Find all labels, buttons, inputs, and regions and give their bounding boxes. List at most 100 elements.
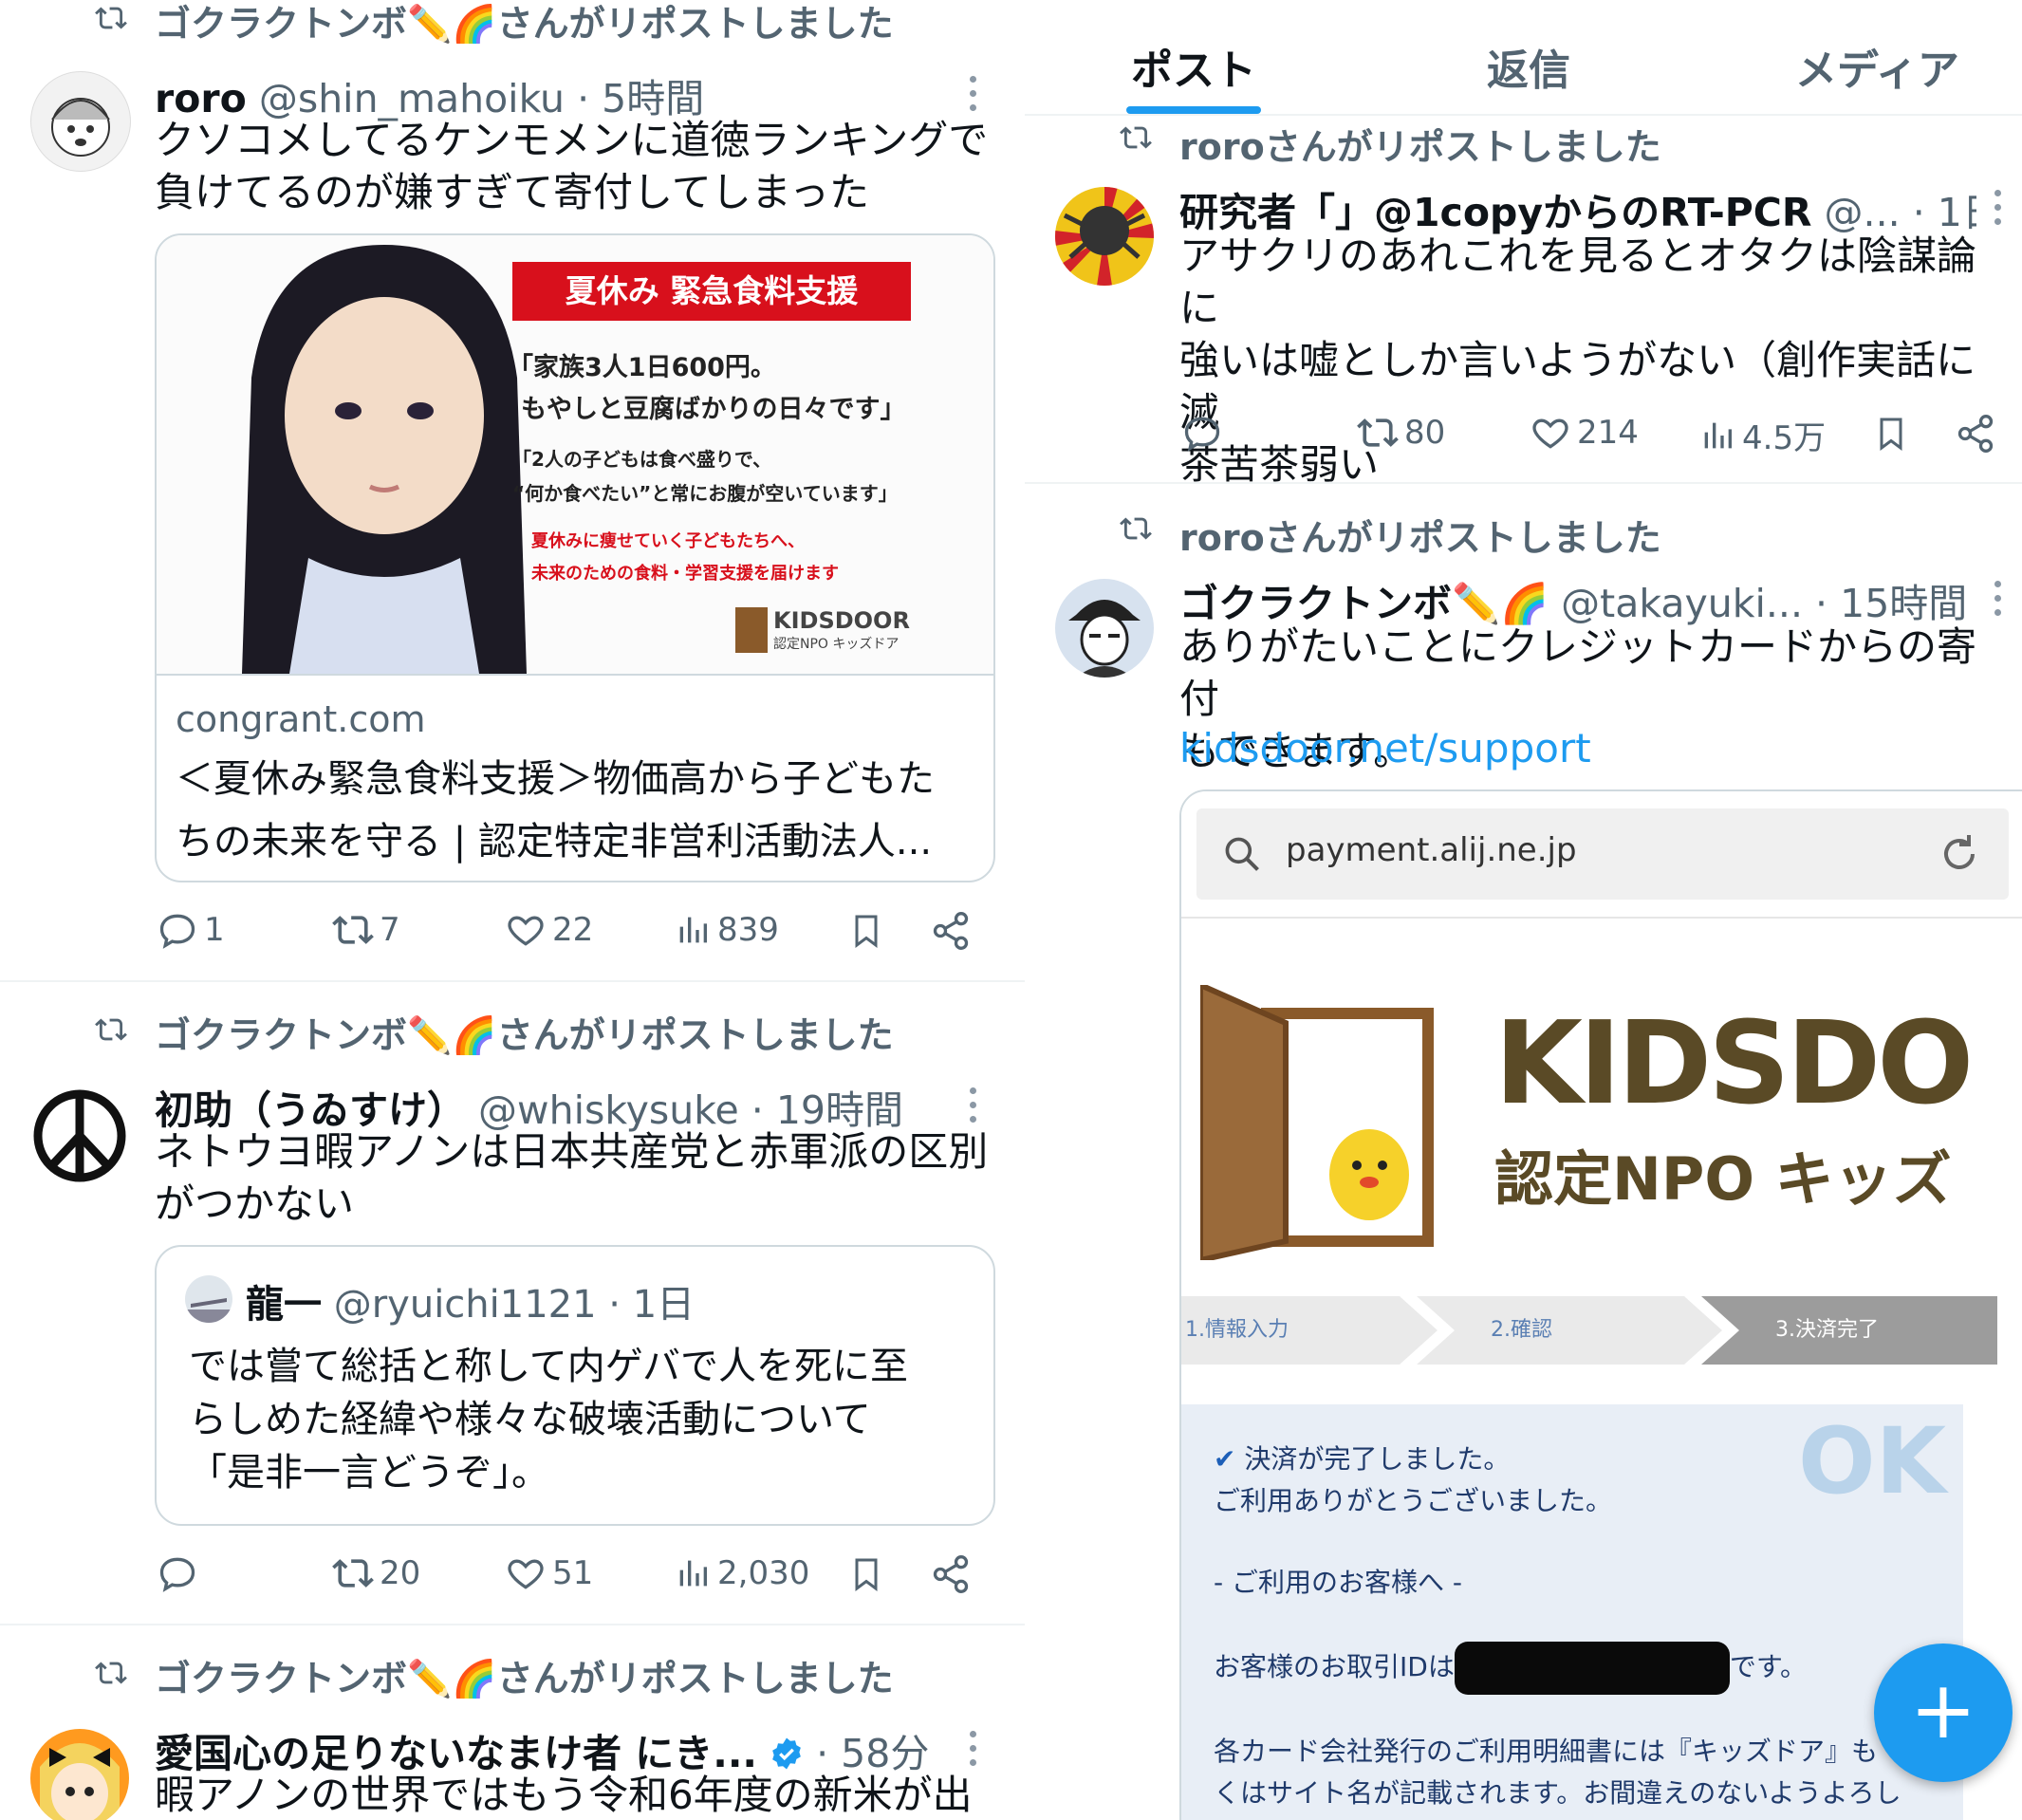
views-button[interactable]: 2,030 [674,1552,809,1594]
reply-button[interactable] [157,1552,204,1594]
share-icon[interactable] [930,909,972,953]
tab-media[interactable]: メディア [1795,36,1959,97]
share-icon[interactable] [930,1552,972,1596]
repost-icon [1357,418,1399,447]
repost-context[interactable]: ゴクラクトンボ✏️🌈さんがリポストしました [155,0,894,46]
banner-label: 夏休み 緊急食料支援 [512,262,911,321]
avatar[interactable] [30,71,131,172]
post-text: 暇アノンの世界ではもう令和6年度の新米が出 [155,1772,973,1818]
repost-icon [95,7,127,29]
author-handle[interactable]: @... [1825,190,1901,235]
reload-icon [1944,835,1975,869]
door-mascot-icon [1200,985,1434,1260]
like-button[interactable]: 22 [505,909,593,951]
repost-icon [332,916,374,944]
divider [0,980,1025,982]
bookmark-icon[interactable] [1872,412,1910,455]
avatar[interactable] [1055,579,1154,678]
more-options-icon[interactable] [1994,581,2002,623]
author-handle[interactable]: @takayuki... [1561,581,1803,626]
bookmark-icon[interactable] [847,909,885,953]
compose-post-button[interactable]: + [1874,1644,2013,1782]
more-options-icon[interactable] [970,76,977,119]
more-options-icon[interactable] [970,1087,977,1130]
quoted-post[interactable]: 龍一 @ryuichi1121 · 1日 では嘗て総括と称して内ゲバで人を死に至… [155,1245,995,1526]
link-title: ＜夏休み緊急食料支援＞物価高から子どもた ちの未来を守る | 認定特定非営利活動… [176,757,935,864]
reply-button[interactable] [1181,412,1223,454]
views-button[interactable]: 839 [674,909,779,951]
repost-icon [1120,517,1152,540]
right-profile-timeline: ポスト 返信 メディア roroさんがリポストしました 研究者「」@1copyか… [1025,0,2022,1820]
post-header: ゴクラクトンボ✏️🌈 @takayuki... · 15時間 [1179,571,1976,628]
post-header: 研究者「」@1copyからのRT-PCR @... · 1日 [1179,180,1976,237]
verified-badge-icon [772,1737,801,1770]
quote-author-handle[interactable]: @ryuichi1121 [334,1283,597,1327]
pencil-emoji-icon: ✏️🌈 [1452,581,1549,626]
search-icon [1225,837,1259,871]
views-chart-icon [1704,422,1732,448]
profile-tabs: ポスト 返信 メディア [1025,0,2022,116]
repost-context[interactable]: roroさんがリポストしました [1179,118,1661,170]
progress-steps: 1.情報入力 2.確認 3.決済完了 [1181,1296,2022,1365]
repost-button[interactable]: 20 [332,1552,420,1594]
share-icon[interactable] [1955,412,1996,455]
quote-time: · 1日 [608,1283,696,1327]
kidsdoor-logo: KIDSDOOR 認定NPO キッズドア [735,607,910,653]
bookmark-icon[interactable] [847,1552,885,1596]
more-options-icon[interactable] [970,1731,977,1774]
card-statement-note: 各カード会社発行のご利用明細書には『キッズドア』も くはサイト名が記載されます。… [1214,1736,1901,1809]
heart-icon [508,1559,544,1589]
tab-replies[interactable]: 返信 [1487,36,1570,97]
avatar[interactable] [1055,187,1154,286]
active-tab-indicator [1126,106,1261,114]
quote-author-name[interactable]: 龍一 [246,1283,322,1327]
repost-button[interactable]: 80 [1357,412,1445,454]
repost-context[interactable]: ゴクラクトンボ✏️🌈さんがリポストしました [155,1649,894,1701]
avatar[interactable] [30,1086,129,1185]
reply-icon [1184,417,1220,452]
quote-header: 龍一 @ryuichi1121 · 1日 [246,1273,695,1328]
completion-box: OK ✔ 決済が完了しました。 ご利用ありがとうございました。 - ご利用のお客… [1181,1404,1963,1820]
door-icon [735,607,768,653]
pencil-emoji-icon: ✏️🌈 [407,1658,497,1699]
author-name[interactable]: ゴクラクトンボ [1179,581,1452,626]
card-red-text: 夏休みに痩せていく子どもたちへ、 未来のための食料・学習支援を届けます [531,531,839,584]
card-quote: 「家族3人1日600円。 もやしと豆腐ばかりの日々です」 [508,353,906,424]
like-button[interactable]: 51 [505,1552,593,1594]
author-name[interactable]: 研究者「」@1copyからのRT-PCR [1179,190,1811,235]
pencil-emoji-icon: ✏️🌈 [407,3,497,45]
heart-icon [508,916,544,946]
check-icon: ✔ [1214,1443,1236,1475]
repost-icon [1120,126,1152,149]
airplane-avatar-icon [185,1298,232,1323]
reply-button[interactable]: 1 [157,909,225,951]
post-time[interactable]: · 1日 [1913,190,1976,235]
repost-button[interactable]: 7 [332,909,400,951]
card-subquote: 「2人の子どもは食べ盛りで、 “何か食べたい”と常にお腹が空いています」 [512,448,898,505]
reply-icon [159,914,195,949]
views-button[interactable]: 4.5万 [1698,412,1826,458]
post-text: ネトウヨ暇アノンは日本共産党と赤軍派の区別 がつかない [155,1128,989,1227]
transaction-id-line: お客様のお取引IDは です。 [1214,1642,1807,1695]
divider [1025,482,2022,484]
kidsdoor-logo-text: KIDSDO [1494,998,1974,1130]
repost-icon [332,1559,374,1588]
views-chart-icon [679,917,707,943]
like-button[interactable]: 214 [1530,412,1639,454]
post-link[interactable]: kidsdoor.net/support [1179,725,1591,771]
avatar[interactable] [185,1275,232,1323]
divider [0,1624,1025,1625]
repost-icon [95,1662,127,1684]
peace-symbol-icon [33,1089,126,1182]
avatar[interactable] [30,1729,129,1820]
repost-context[interactable]: ゴクラクトンボ✏️🌈さんがリポストしました [155,1006,894,1058]
link-domain: congrant.com [176,698,426,740]
link-card-image: 夏休み 緊急食料支援 「家族3人1日600円。 もやしと豆腐ばかりの日々です」 … [157,235,993,676]
post-text: クソコメしてるケンモメンに道徳ランキングで 負けてるのが嫌すぎて寄付してしまった [155,117,989,215]
link-card[interactable]: 夏休み 緊急食料支援 「家族3人1日600円。 もやしと豆腐ばかりの日々です」 … [155,233,995,882]
tab-posts[interactable]: ポスト [1131,36,1256,97]
browser-bar: payment.alij.ne.jp [1181,791,2022,919]
repost-context[interactable]: roroさんがリポストしました [1179,509,1661,561]
more-options-icon[interactable] [1994,190,2002,232]
post-time[interactable]: · 15時間 [1815,581,1967,626]
